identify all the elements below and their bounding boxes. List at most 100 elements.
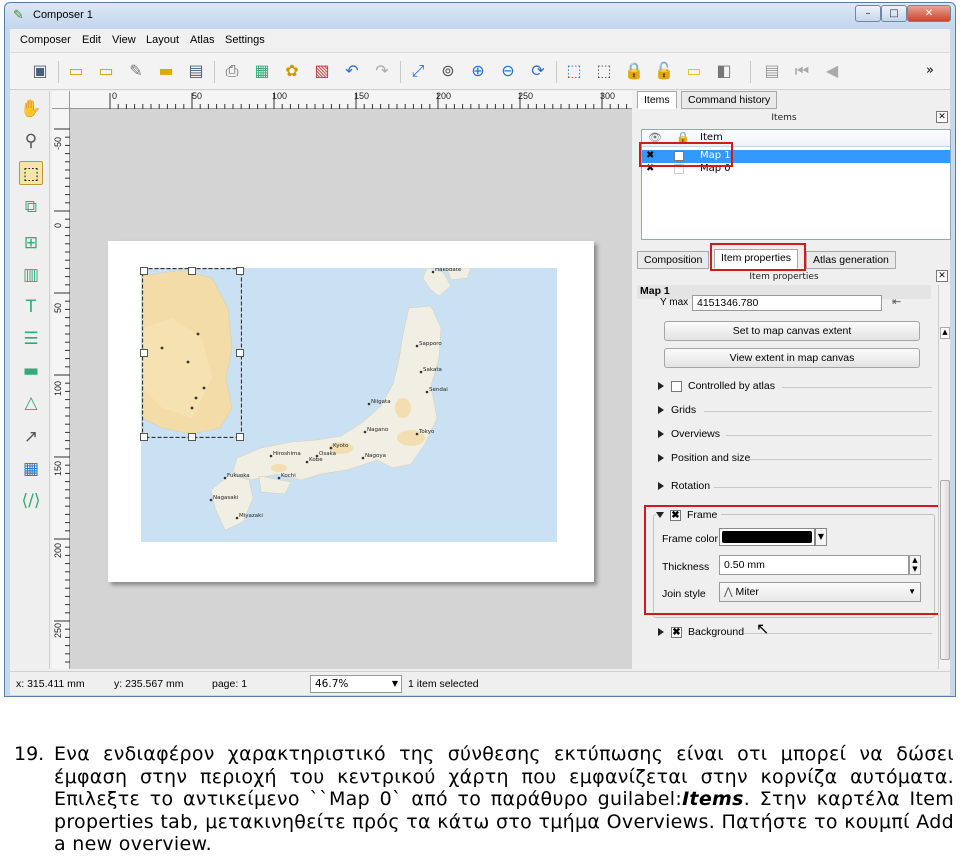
pan-hand-icon[interactable]: ✋ (19, 97, 43, 121)
ruler-label: 150 (53, 461, 63, 477)
new-composer-icon[interactable]: ▭ (64, 59, 88, 83)
save-icon[interactable]: ▣ (28, 59, 52, 83)
city-dot (367, 402, 371, 406)
rotation-group[interactable]: Rotation (658, 480, 710, 492)
undo-icon[interactable]: ↶ (340, 59, 364, 83)
save-template-icon[interactable]: ▤ (184, 59, 208, 83)
menu-atlas[interactable]: Atlas (190, 34, 214, 46)
right-dock: Items Command history Items ✕ 👁 🔒 Item ✖… (634, 91, 951, 669)
grids-group[interactable]: Grids (658, 404, 696, 416)
atlas-preview-icon[interactable]: ▤ (760, 59, 784, 83)
tab-items[interactable]: Items (637, 91, 677, 109)
ruler-label: 200 (436, 91, 452, 101)
tab-command-history[interactable]: Command history (681, 91, 778, 109)
raise-items-icon[interactable]: ◧ (712, 59, 736, 83)
add-html-icon[interactable]: ⟨/⟩ (19, 489, 43, 513)
export-pdf-icon[interactable]: ▧ (310, 59, 334, 83)
city-label: Nagano (367, 427, 389, 433)
ymax-field[interactable]: 4151346.780 (692, 295, 882, 311)
city-dot (329, 446, 333, 450)
composer-manager-icon[interactable]: ✎ (124, 59, 148, 83)
export-image-icon[interactable]: ▦ (250, 59, 274, 83)
deselect-icon[interactable]: ⬚ (592, 59, 616, 83)
unlock-icon[interactable]: 🔓 (652, 59, 676, 83)
items-panel-close-icon[interactable]: ✕ (936, 111, 948, 123)
close-button[interactable]: ✕ (907, 5, 951, 22)
city-label: Tokyo (418, 429, 435, 435)
first-feature-icon[interactable]: ⏮ (790, 59, 814, 83)
zoom-100-icon[interactable]: ⊚ (436, 59, 460, 83)
ruler-label: 200 (53, 543, 63, 559)
background-group[interactable]: ✖ Background (658, 626, 744, 638)
item-tools-toolbar: ✋ ⚲ ⬚ ⧉ ⊞ ▥ T ☰ ▬ △ ↗ ▦ ⟨/⟩ (10, 91, 50, 669)
lock-icon[interactable]: 🔒 (622, 59, 646, 83)
city-dot (361, 456, 365, 460)
view-extent-in-map-canvas-button[interactable]: View extent in map canvas (664, 348, 920, 368)
cursor-y: y: 235.567 mm (114, 678, 184, 690)
map-1-item[interactable] (142, 268, 242, 438)
select-move-icon[interactable]: ⬚ (19, 161, 43, 185)
minimize-button[interactable]: – (855, 5, 881, 22)
city-dot (277, 476, 281, 480)
position-and-size-group[interactable]: Position and size (658, 452, 750, 464)
horizontal-ruler: 0 50 100 150 200 250 300 (70, 91, 632, 109)
menu-view[interactable]: View (112, 34, 136, 46)
city-dot (235, 516, 239, 520)
ymax-label: Y max (660, 297, 689, 308)
status-bar: x: 315.411 mm y: 235.567 mm page: 1 46.7… (10, 671, 950, 695)
group-icon[interactable]: ▭ (682, 59, 706, 83)
ruler-label: 250 (518, 91, 534, 101)
menu-edit[interactable]: Edit (82, 34, 101, 46)
city-label: Sakata (423, 367, 442, 373)
add-arrow-icon[interactable]: ↗ (19, 425, 43, 449)
move-content-icon[interactable]: ⧉ (19, 195, 43, 219)
duplicate-composer-icon[interactable]: ▭ (94, 59, 118, 83)
highlight-item-properties (710, 243, 806, 271)
ymax-picker-icon[interactable]: ⇤ (892, 295, 901, 308)
zoom-in-icon[interactable]: ⊕ (466, 59, 490, 83)
add-legend-icon[interactable]: ☰ (19, 327, 43, 351)
menu-layout[interactable]: Layout (146, 34, 179, 46)
set-to-map-canvas-extent-button[interactable]: Set to map canvas extent (664, 321, 920, 341)
props-scrollbar[interactable]: ▲ (938, 285, 950, 669)
tab-composition[interactable]: Composition (637, 251, 710, 269)
composition-canvas[interactable]: 0 50 100 150 200 250 300 -50 0 50 100 15… (52, 91, 632, 669)
city-dot (431, 270, 435, 274)
zoom-full-icon[interactable]: ⤢ (406, 59, 430, 83)
city-dot (269, 454, 273, 458)
zoom-tool-icon[interactable]: ⚲ (19, 129, 43, 153)
maximize-button[interactable]: □ (881, 5, 907, 22)
ruler-label: 50 (192, 91, 203, 101)
overviews-group[interactable]: Overviews (658, 428, 720, 440)
city-dot (209, 498, 213, 502)
add-image-icon[interactable]: ▥ (19, 263, 43, 287)
add-attribute-table-icon[interactable]: ▦ (19, 457, 43, 481)
ruler-label: 150 (354, 91, 370, 101)
export-svg-icon[interactable]: ✿ (280, 59, 304, 83)
print-icon[interactable]: ⎙ (220, 59, 244, 83)
city-dot (415, 432, 419, 436)
tab-atlas-generation[interactable]: Atlas generation (806, 251, 896, 269)
menu-settings[interactable]: Settings (225, 34, 265, 46)
refresh-icon[interactable]: ⟳ (526, 59, 550, 83)
zoom-combobox[interactable]: 46.7% ▼ (310, 675, 402, 693)
menu-composer[interactable]: Composer (20, 34, 71, 46)
city-dot (419, 370, 423, 374)
controlled-by-atlas-group[interactable]: Controlled by atlas (658, 380, 775, 392)
add-shape-icon[interactable]: △ (19, 391, 43, 415)
mouse-cursor-icon: ↖ (756, 619, 770, 638)
city-dot (363, 430, 367, 434)
toolbar-overflow[interactable]: » (918, 59, 942, 83)
add-map-icon[interactable]: ⊞ (19, 231, 43, 255)
select-all-icon[interactable]: ⬚ (562, 59, 586, 83)
add-scalebar-icon[interactable]: ▬ (19, 359, 43, 383)
zoom-out-icon[interactable]: ⊖ (496, 59, 520, 83)
add-label-icon[interactable]: T (19, 295, 43, 319)
main-toolbar: ▣ ▭ ▭ ✎ ▬ ▤ ⎙ ▦ ✿ ▧ ↶ ↷ ⤢ ⊚ ⊕ ⊖ ⟳ ⬚ ⬚ 🔒 … (10, 52, 950, 90)
open-template-icon[interactable]: ▬ (154, 59, 178, 83)
props-panel-header: Item properties (749, 272, 819, 282)
menu-bar: Composer Edit View Layout Atlas Settings (10, 29, 950, 51)
props-panel-close-icon[interactable]: ✕ (936, 270, 948, 282)
redo-icon[interactable]: ↷ (370, 59, 394, 83)
previous-feature-icon[interactable]: ◀ (820, 59, 844, 83)
